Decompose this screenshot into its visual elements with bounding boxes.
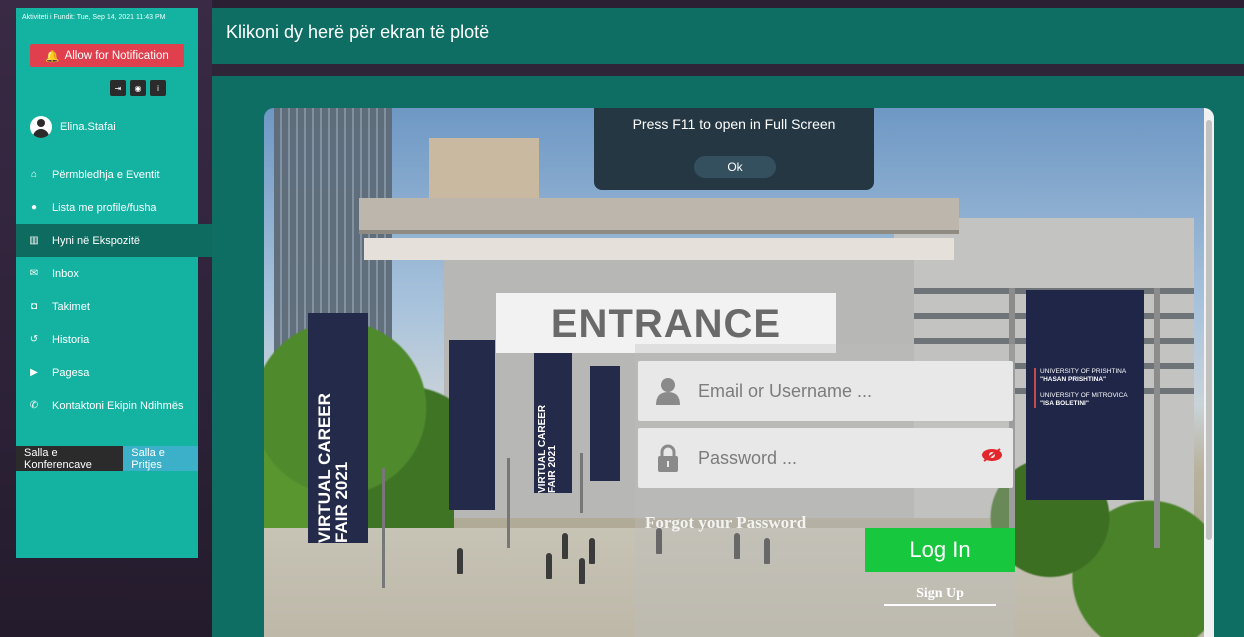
sidebar-item-label: Lista me profile/fusha bbox=[52, 201, 157, 214]
globe-icon[interactable]: ◉ bbox=[130, 80, 146, 96]
login-button[interactable]: Log In bbox=[865, 528, 1015, 572]
eye-slash-icon[interactable] bbox=[981, 448, 1003, 462]
phone-icon: ✆ bbox=[29, 400, 39, 411]
uni2-line2: "ISA BOLETINI" bbox=[1040, 400, 1089, 407]
uni1-line1: UNIVERSITY OF PRISHTINA bbox=[1040, 368, 1127, 375]
sidebar-menu: ⌂ Përmbledhja e Eventit ● Lista me profi… bbox=[16, 158, 212, 422]
visitor-figure bbox=[562, 533, 568, 559]
home-icon: ⌂ bbox=[30, 169, 38, 180]
ok-button[interactable]: Ok bbox=[694, 156, 776, 178]
sidebar-item-label: Hyni në Ekspozitë bbox=[52, 234, 141, 247]
forgot-password-link[interactable]: Forgot your Password bbox=[645, 513, 806, 533]
sidebar-item-history[interactable]: ↺ Historia bbox=[16, 323, 212, 356]
sidebar-item-support[interactable]: ✆ Kontaktoni Ekipin Ndihmës bbox=[16, 389, 212, 422]
uni2-line1: UNIVERSITY OF MITROVICA bbox=[1040, 392, 1128, 399]
pattern-banner bbox=[449, 340, 495, 510]
sidebar-item-payment[interactable]: ▶ Pagesa bbox=[16, 356, 212, 389]
last-activity: Aktiviteti i Fundit: Tue, Sep 14, 2021 1… bbox=[22, 14, 166, 21]
banner-text: VIRTUAL CAREER FAIR 2021 bbox=[537, 404, 558, 493]
visitor-figure bbox=[546, 553, 552, 579]
signup-link[interactable]: Sign Up bbox=[884, 586, 996, 606]
envelope-icon: ✉ bbox=[29, 268, 39, 279]
university-banner: UNIVERSITY OF PRISHTINA "HASAN PRISHTINA… bbox=[1026, 290, 1144, 500]
fullscreen-message: Press F11 to open in Full Screen bbox=[632, 116, 836, 132]
password-placeholder: Password ... bbox=[698, 447, 798, 468]
username: Elina.Stafai bbox=[60, 121, 116, 133]
user-icon bbox=[638, 377, 698, 405]
sidebar-item-exhibition[interactable]: ▥ Hyni në Ekspozitë bbox=[16, 224, 212, 257]
uni1-line2: "HASAN PRISHTINA" bbox=[1040, 376, 1107, 383]
banner-text: VIRTUAL CAREER FAIR 2021 bbox=[315, 393, 351, 543]
user-icon: ● bbox=[30, 202, 38, 213]
street-lamp bbox=[580, 453, 583, 513]
sidebar: Aktiviteti i Fundit: Tue, Sep 14, 2021 1… bbox=[16, 8, 212, 558]
scrollbar[interactable] bbox=[1204, 108, 1214, 637]
credit-icon: ▶ bbox=[30, 367, 38, 378]
exhibition-scene[interactable]: VIRTUAL CAREER FAIR 2021 VIRTUAL CAREER … bbox=[264, 108, 1214, 637]
sidebar-item-label: Kontaktoni Ekipin Ndihmës bbox=[52, 399, 184, 412]
sidebar-item-profiles[interactable]: ● Lista me profile/fusha bbox=[16, 191, 212, 224]
street-lamp bbox=[507, 458, 510, 548]
user-profile[interactable]: Elina.Stafai bbox=[30, 116, 116, 138]
sidebar-item-label: Pagesa bbox=[52, 366, 90, 379]
fullscreen-popup: Press F11 to open in Full Screen Ok bbox=[594, 108, 874, 190]
page-title: Klikoni dy herë për ekran të plotë bbox=[226, 22, 490, 42]
sidebar-item-label: Përmbledhja e Eventit bbox=[52, 168, 160, 181]
history-icon: ↺ bbox=[29, 334, 39, 345]
sidebar-item-event-summary[interactable]: ⌂ Përmbledhja e Eventit bbox=[16, 158, 212, 191]
building-icon: ▥ bbox=[29, 235, 39, 246]
sidebar-item-label: Takimet bbox=[52, 300, 90, 313]
bell-icon: 🔔 bbox=[45, 50, 60, 63]
info-icon[interactable]: i bbox=[150, 80, 166, 96]
sidebar-item-label: Historia bbox=[52, 333, 90, 346]
pattern-banner-small bbox=[590, 366, 620, 481]
street-lamp bbox=[382, 468, 385, 588]
lock-icon bbox=[638, 444, 698, 472]
banner-accent bbox=[1034, 368, 1036, 408]
header-divider bbox=[212, 64, 1244, 76]
camera-icon: ◘ bbox=[30, 301, 38, 312]
career-fair-banner-small: VIRTUAL CAREER FAIR 2021 bbox=[534, 353, 572, 493]
sidebar-icon-row: ⇥ ◉ i bbox=[110, 80, 166, 96]
visitor-figure bbox=[579, 558, 585, 584]
sidebar-item-label: Inbox bbox=[52, 267, 79, 280]
visitor-figure bbox=[589, 538, 595, 564]
allow-notification-button[interactable]: 🔔 Allow for Notification bbox=[30, 44, 184, 67]
sidebar-item-meetings[interactable]: ◘ Takimet bbox=[16, 290, 212, 323]
header-bar[interactable]: Klikoni dy herë për ekran të plotë bbox=[212, 8, 1244, 64]
email-placeholder: Email or Username ... bbox=[698, 380, 873, 401]
tab-conference-hall[interactable]: Salla e Konferencave bbox=[16, 446, 124, 471]
entrance-canopy bbox=[359, 198, 959, 234]
pole bbox=[1154, 288, 1160, 548]
tab-reception-hall[interactable]: Salla e Pritjes bbox=[123, 446, 198, 471]
sidebar-item-inbox[interactable]: ✉ Inbox bbox=[16, 257, 212, 290]
avatar bbox=[30, 116, 52, 138]
scrollbar-thumb[interactable] bbox=[1206, 120, 1212, 540]
email-field[interactable]: Email or Username ... bbox=[638, 361, 1013, 421]
career-fair-banner: VIRTUAL CAREER FAIR 2021 bbox=[308, 313, 368, 543]
visitor-figure bbox=[457, 548, 463, 574]
password-field[interactable]: Password ... bbox=[638, 428, 1013, 488]
allow-notification-label: Allow for Notification bbox=[64, 49, 169, 62]
canopy-ceiling bbox=[364, 238, 954, 260]
hall-tabs: Salla e Konferencave Salla e Pritjes bbox=[16, 446, 198, 471]
sign-out-icon[interactable]: ⇥ bbox=[110, 80, 126, 96]
